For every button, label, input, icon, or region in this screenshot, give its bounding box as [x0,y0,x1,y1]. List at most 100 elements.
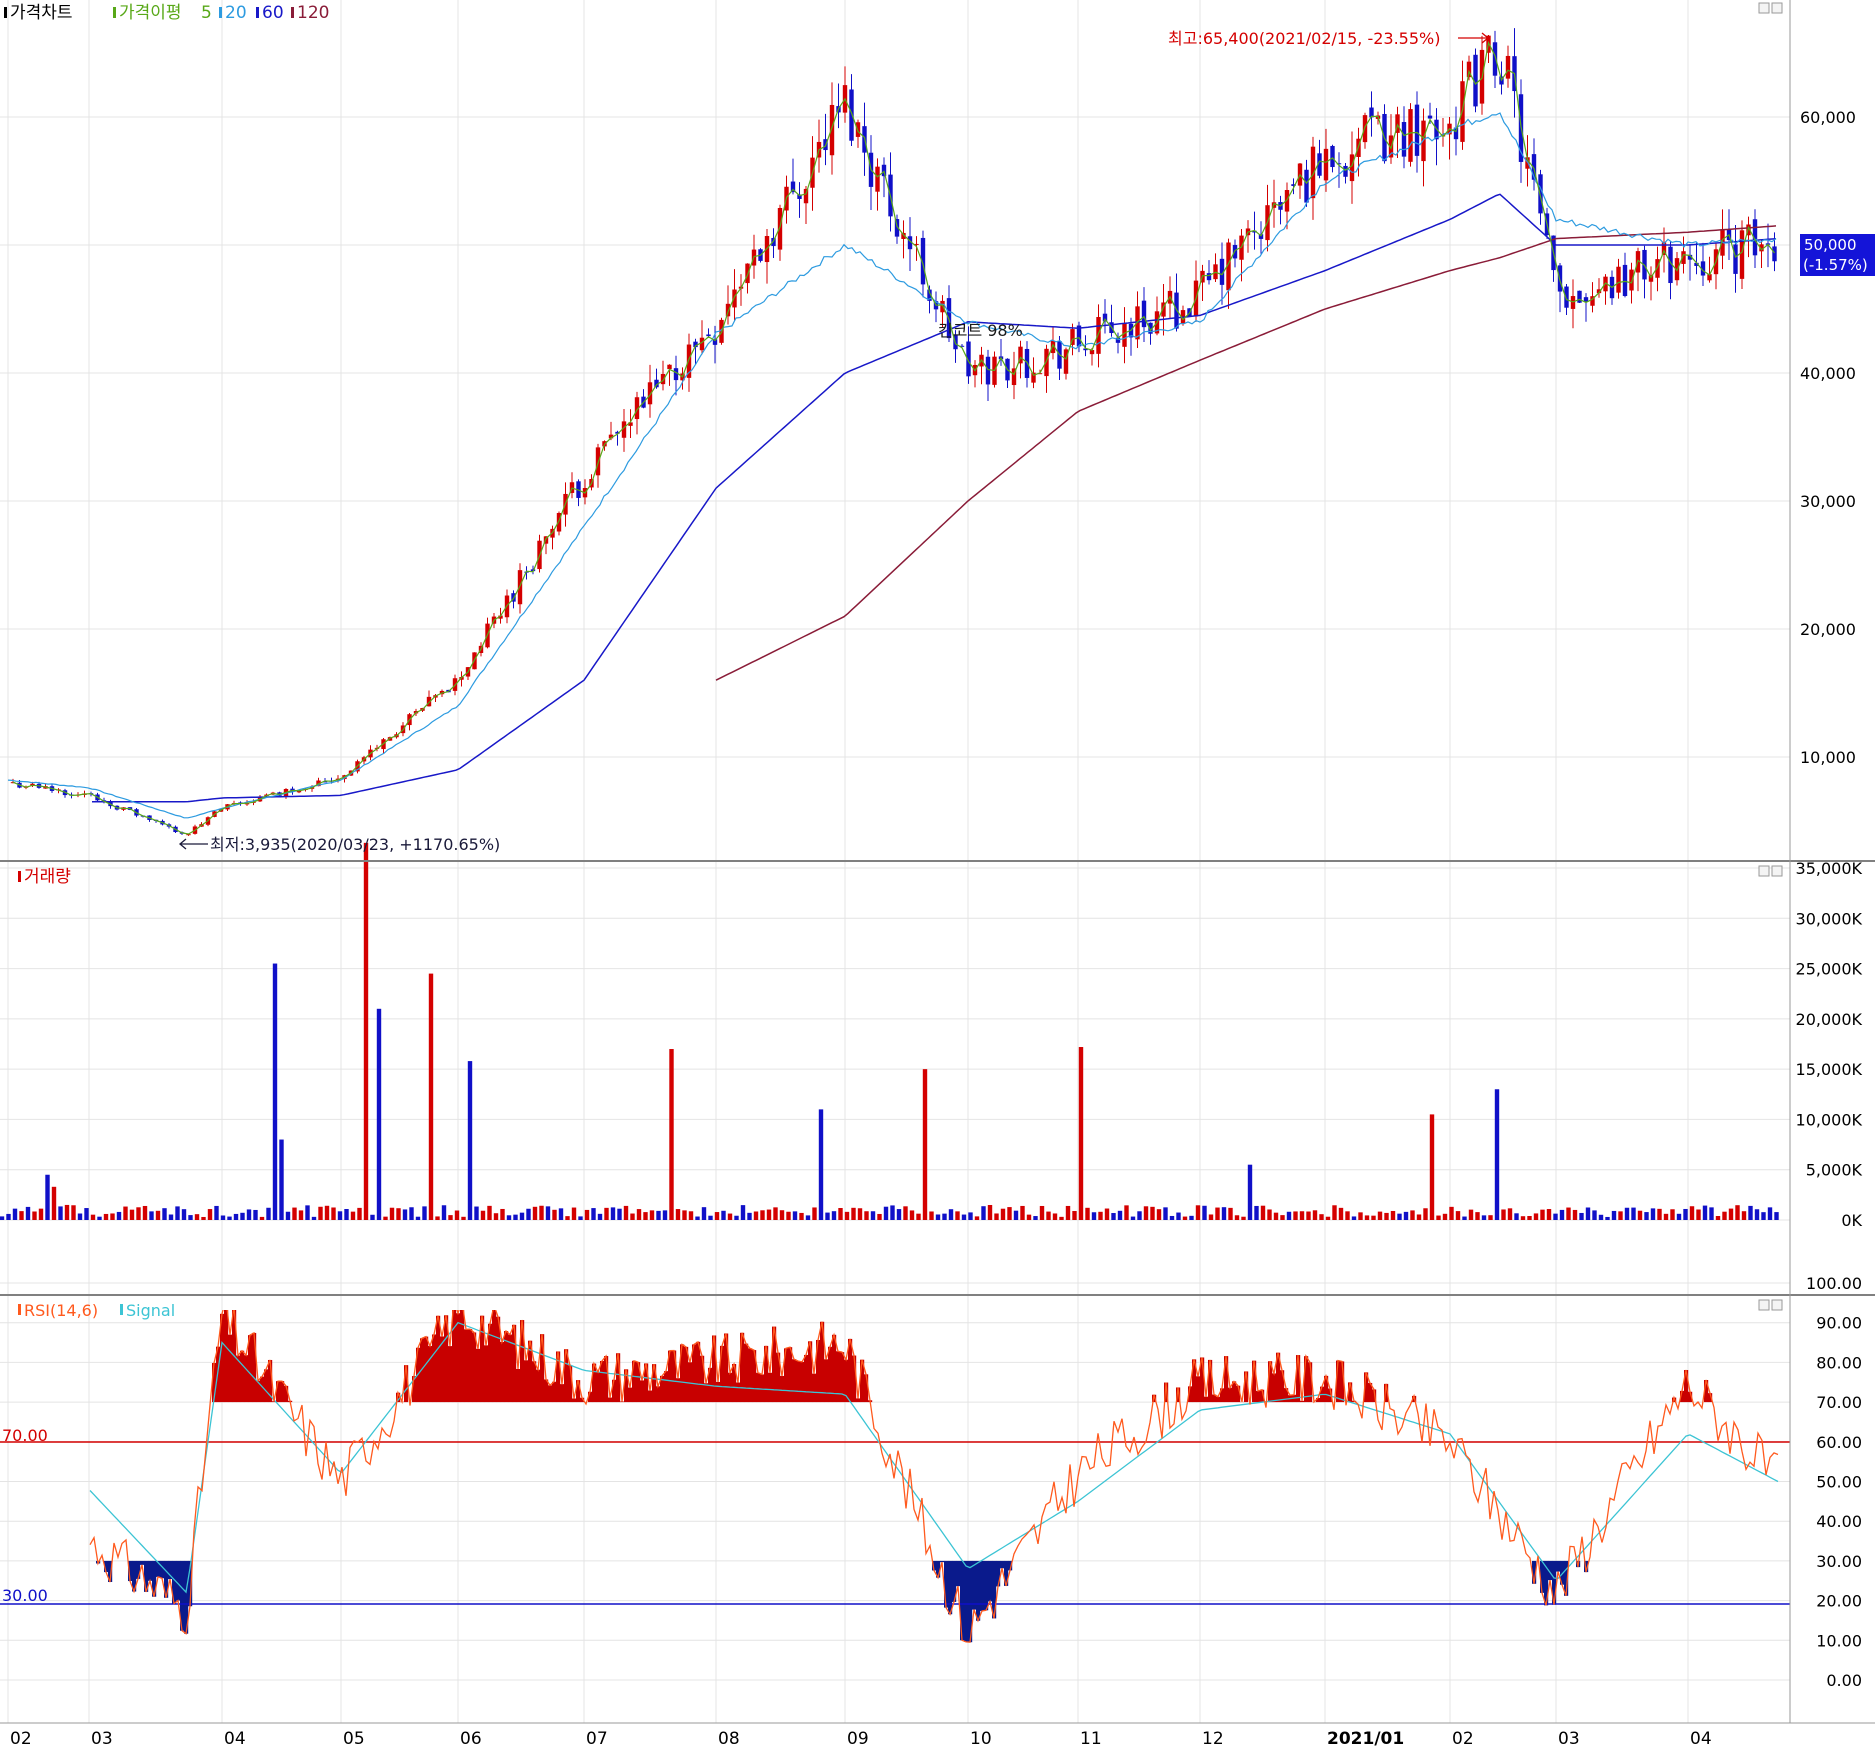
volume-bar [1514,1213,1518,1220]
volume-bar [500,1209,504,1220]
legend-marker [120,1304,123,1315]
volume-bar [1105,1209,1109,1220]
rsi-overbought-fill [440,1336,444,1402]
volume-bar [1436,1216,1440,1220]
volume-bar [546,1206,550,1220]
volume-bar [1501,1209,1505,1220]
volume-bar [650,1210,654,1220]
rsi-overbought-fill [472,1332,476,1402]
candle-body [1733,244,1737,273]
volume-bar [1352,1216,1356,1220]
volume-bar [1677,1214,1681,1220]
rsi-overbought-fill [596,1372,600,1402]
volume-bar [1332,1205,1336,1220]
volume-tick-label: 0K [1841,1211,1862,1230]
rsi-lower-label: 30.00 [2,1586,48,1605]
volume-bar [32,1211,36,1220]
legend-marker [18,1304,21,1315]
volume-bar [318,1207,322,1220]
volume-bar [0,1216,4,1220]
rsi-overbought-fill [1256,1391,1260,1402]
volume-bar [864,1211,868,1220]
volume-bar [533,1207,537,1220]
volume-bar [442,1205,446,1220]
price-tick-label: 40,000 [1800,364,1856,383]
candle-body [1122,323,1126,347]
rsi-overbought-fill [736,1383,740,1403]
close-icon[interactable] [1772,866,1782,876]
volume-bar [871,1211,875,1220]
candle-body [856,122,860,137]
volume-bar [240,1213,244,1220]
rsi-overbought-fill [628,1388,632,1402]
volume-bar [942,1214,946,1220]
volume-bar [1209,1214,1213,1220]
volume-bar [312,1217,316,1220]
volume-bar [1605,1217,1609,1220]
close-icon[interactable] [1772,3,1782,13]
volume-bar [552,1210,556,1220]
volume-legend[interactable]: 거래량 [18,867,71,887]
volume-bar [994,1213,998,1220]
minimize-icon[interactable] [1759,3,1769,13]
volume-bar [305,1205,309,1220]
volume-bar [292,1208,296,1220]
minimize-icon[interactable] [1759,1300,1769,1310]
volume-title: 거래량 [24,867,71,887]
volume-bar [149,1211,153,1220]
volume-bar [591,1208,595,1220]
volume-bar [585,1210,589,1220]
volume-bar [370,1215,374,1220]
volume-bar [195,1214,199,1220]
volume-bar [1202,1206,1206,1220]
candle-body [1402,122,1406,157]
volume-bar [169,1215,173,1220]
rsi-overbought-fill [476,1349,480,1402]
month-label: 11 [1080,1729,1102,1749]
volume-bar [1020,1206,1024,1220]
volume-bar [1189,1216,1193,1220]
candle-body [986,357,990,385]
chart-canvas[interactable]: 10,00020,00030,00040,00060,000 0K5,000K1… [0,0,1875,1750]
volume-bar [773,1207,777,1220]
month-label: 08 [718,1729,740,1749]
volume-bar [468,1061,472,1220]
rsi-overbought-fill [264,1369,268,1402]
volume-bar [520,1213,524,1220]
rsi-overbought-fill [516,1369,520,1402]
rsi-overbought-fill [432,1334,436,1402]
minimize-icon[interactable] [1759,866,1769,876]
volume-tick-label: 25,000K [1796,960,1863,979]
rsi-overbought-fill [424,1337,428,1403]
volume-bar [1761,1212,1765,1220]
volume-bar [1222,1207,1226,1220]
volume-bar [1547,1209,1551,1220]
volume-bar [611,1207,615,1220]
volume-bar [1644,1212,1648,1220]
volume-bar [1215,1208,1219,1220]
volume-bar [637,1209,641,1220]
ma-60-label: 60 [262,3,284,23]
volume-bar [58,1206,62,1220]
rsi-legend[interactable]: RSI(14,6) Signal [18,1301,175,1320]
price-title: 가격차트 [10,3,73,23]
rsi-overbought-fill [656,1386,660,1402]
price-legend[interactable]: 가격차트 가격이평 5 20 60 120 [4,3,329,23]
candle-body [1772,246,1776,261]
rsi-oversold-fill [976,1561,980,1621]
month-label: 06 [460,1729,482,1749]
volume-bar [71,1205,75,1220]
volume-bar [526,1209,530,1220]
rsi-overbought-fill [640,1380,644,1402]
close-icon[interactable] [1772,1300,1782,1310]
volume-bar [188,1215,192,1220]
month-label: 03 [1558,1729,1580,1749]
rsi-overbought-fill [572,1399,576,1403]
rsi-oversold-fill [964,1561,968,1642]
volume-bar [286,1212,290,1220]
volume-bar [110,1213,114,1220]
rsi-oversold-fill [988,1561,992,1602]
volume-bar [1163,1207,1167,1220]
volume-bar [1768,1207,1772,1220]
rsi-oversold-fill [1556,1561,1560,1572]
